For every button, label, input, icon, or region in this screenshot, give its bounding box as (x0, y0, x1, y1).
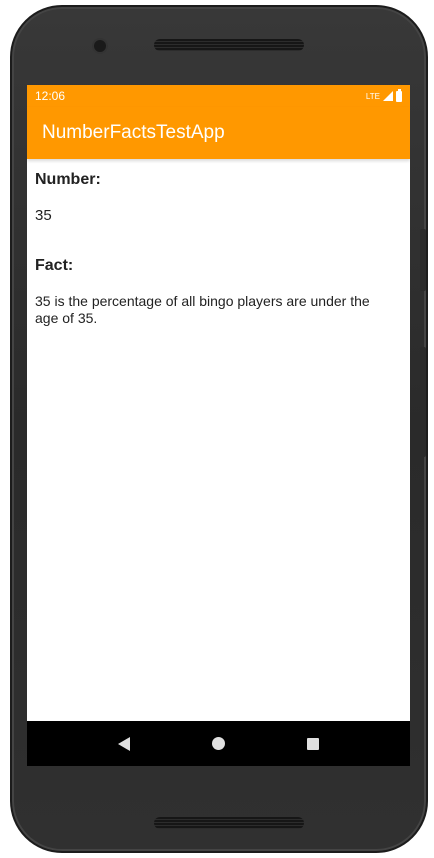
battery-icon (396, 88, 402, 102)
fact-label: Fact: (35, 257, 74, 274)
main-content: Number: 35 Fact: 35 is the percentage of… (27, 159, 410, 339)
status-icons: LTE (365, 88, 402, 102)
signal-icon (383, 91, 393, 101)
earpiece-speaker (154, 39, 304, 51)
bottom-speaker (154, 817, 304, 829)
app-title: NumberFactsTestApp (42, 122, 225, 143)
navigation-bar (27, 721, 410, 766)
back-icon[interactable] (118, 736, 130, 751)
front-camera (94, 40, 106, 52)
network-type: LTE (365, 91, 380, 101)
power-button[interactable] (420, 229, 426, 291)
home-icon[interactable] (212, 737, 225, 750)
volume-button[interactable] (420, 347, 426, 457)
number-label: Number: (35, 171, 101, 188)
status-bar: 12:06 LTE (27, 85, 410, 107)
fact-value: 35 is the percentage of all bingo player… (35, 293, 370, 326)
number-value: 35 (35, 207, 52, 224)
device-screen: 12:06 LTE NumberFactsTestApp Number: 35 … (27, 85, 410, 766)
status-time: 12:06 (35, 89, 66, 103)
recents-icon[interactable] (307, 737, 319, 750)
app-bar: NumberFactsTestApp (27, 107, 410, 159)
